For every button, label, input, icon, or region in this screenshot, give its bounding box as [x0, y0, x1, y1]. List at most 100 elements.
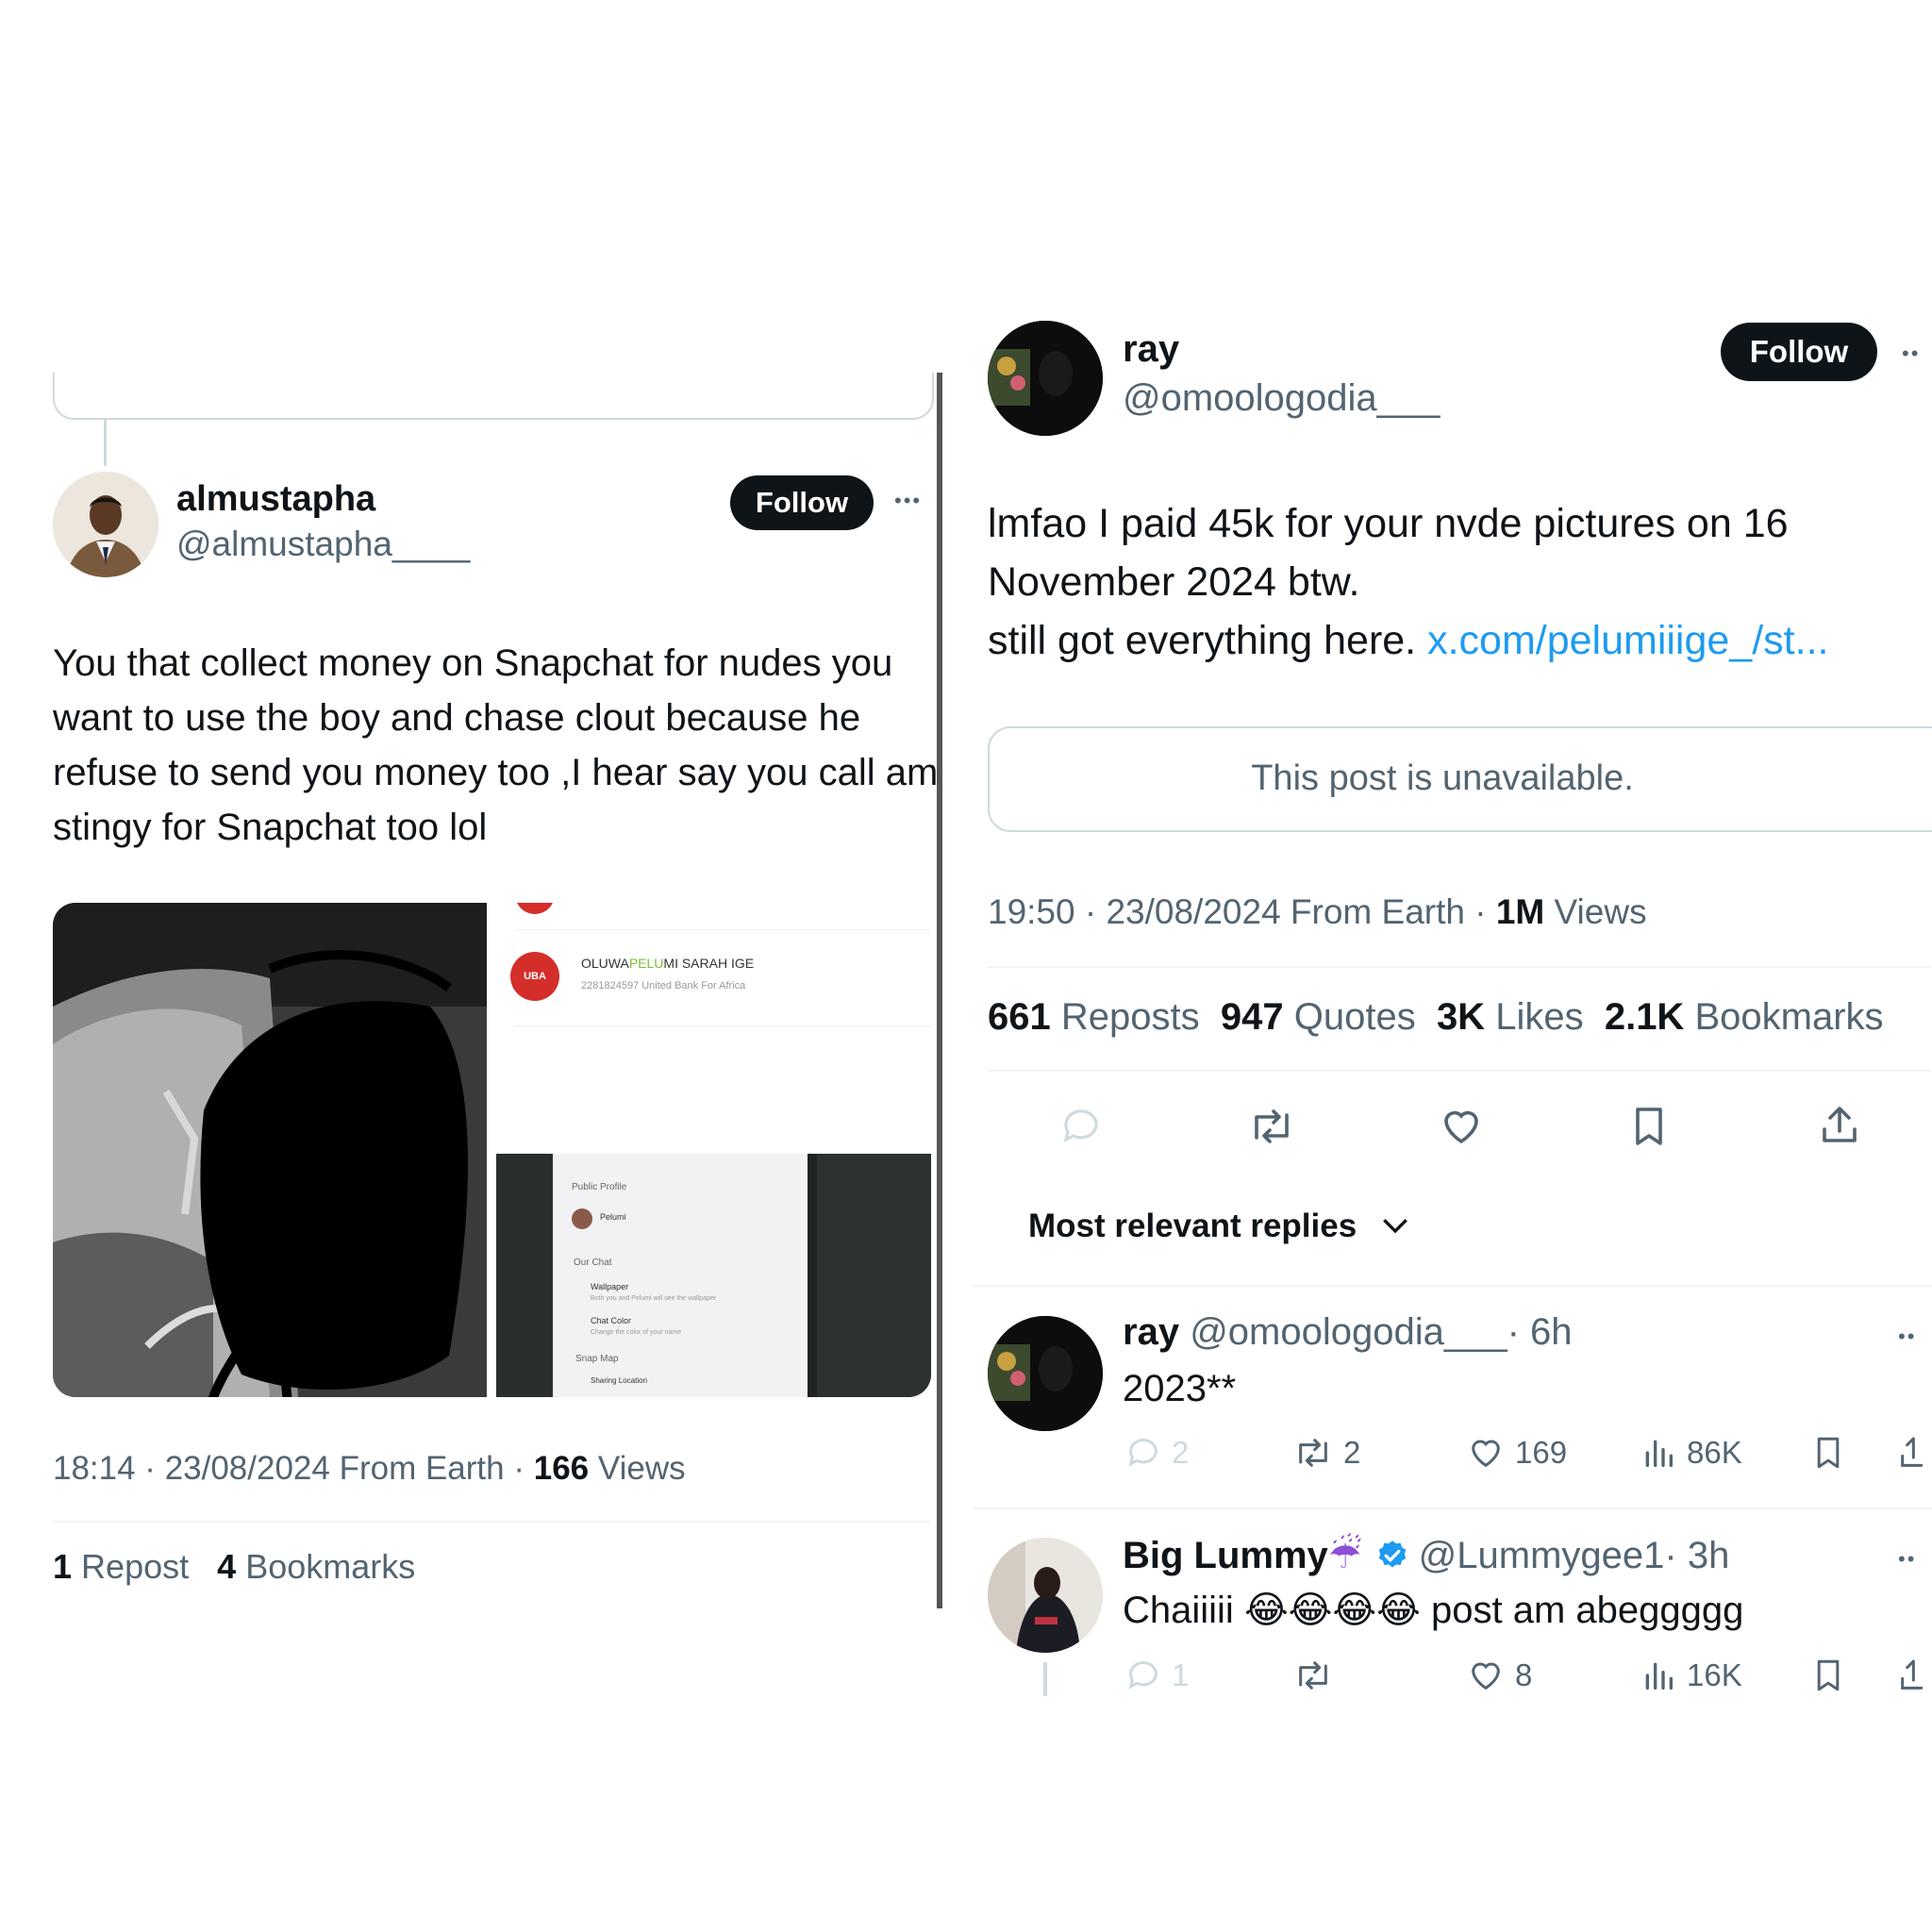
- more-options-button[interactable]: •••: [894, 489, 922, 513]
- like-action[interactable]: 169: [1466, 1434, 1567, 1472]
- tweet-stats: 661 Reposts 947 Quotes 3K Likes 2.1K Boo…: [988, 996, 1884, 1039]
- phone-photo: Public Profile Pelumi Our Chat Wallpaper…: [496, 1154, 931, 1397]
- views-icon: [1645, 1440, 1673, 1467]
- avatar[interactable]: [988, 1538, 1103, 1653]
- likes-stat[interactable]: 3K Likes: [1437, 996, 1584, 1038]
- author-handle[interactable]: @almustapha____: [176, 525, 470, 564]
- tweet-timestamp[interactable]: 18:14 · 23/08/2024 From Earth ·: [53, 1450, 534, 1487]
- reply-text-part: post am abeggggg: [1420, 1590, 1744, 1631]
- quotes-stat[interactable]: 947 Quotes: [1221, 996, 1416, 1038]
- views-count: 16K: [1687, 1657, 1742, 1692]
- share-action[interactable]: [1896, 1657, 1932, 1694]
- divider: [53, 1521, 930, 1523]
- replies-sort-button[interactable]: Most relevant replies: [1028, 1208, 1411, 1245]
- bookmarks-stat[interactable]: 4 Bookmarks: [217, 1547, 415, 1586]
- share-action[interactable]: [1896, 1434, 1932, 1472]
- quoted-post-card-remnant[interactable]: [53, 373, 934, 420]
- tweet-meta: 18:14 · 23/08/2024 From Earth · 166 View…: [53, 1450, 686, 1488]
- more-options-button[interactable]: ••: [1898, 1547, 1916, 1572]
- reply-author-handle[interactable]: @Lummygee1: [1419, 1535, 1665, 1577]
- reply-author-handle[interactable]: @omoologodia___: [1190, 1311, 1507, 1353]
- account-name-part: MI SARAH IGE: [663, 956, 755, 971]
- divider: [515, 929, 930, 930]
- reply-icon[interactable]: [1058, 1104, 1104, 1149]
- reply-time[interactable]: · 3h: [1664, 1535, 1729, 1577]
- bookmarks-count: 2.1K: [1604, 996, 1685, 1038]
- umbrella-emoji-icon: ☔: [1327, 1535, 1362, 1576]
- bank-detail-screenshot: UBA OLUWAPELUMI SARAH IGE 2281824597 Uni…: [487, 903, 931, 1153]
- author-handle[interactable]: @omoologodia___: [1123, 377, 1440, 420]
- like-icon: [1472, 1440, 1500, 1468]
- reposts-count: 1: [53, 1547, 73, 1586]
- like-action[interactable]: 8: [1466, 1657, 1532, 1694]
- avatar-image: [988, 1316, 1103, 1431]
- like-count: 8: [1515, 1657, 1533, 1692]
- avatar[interactable]: [53, 472, 158, 577]
- reposts-stat[interactable]: 661 Reposts: [988, 996, 1200, 1038]
- reply-text-part: Chaiiiii: [1123, 1590, 1244, 1631]
- author-name[interactable]: almustapha: [176, 479, 375, 520]
- more-options-button[interactable]: ••: [1902, 341, 1920, 366]
- bookmarks-label: Bookmarks: [245, 1547, 416, 1586]
- phone-text: Pelumi: [600, 1212, 626, 1222]
- uba-logo-text: UBA: [524, 971, 546, 982]
- repost-action[interactable]: 2: [1292, 1434, 1360, 1472]
- bookmark-icon: [1817, 1437, 1840, 1469]
- reply-time[interactable]: · 6h: [1507, 1311, 1573, 1353]
- divider: [974, 1507, 1932, 1509]
- views-action[interactable]: 16K: [1640, 1657, 1742, 1694]
- reply-action[interactable]: 2: [1124, 1434, 1189, 1472]
- repost-icon[interactable]: [1247, 1104, 1296, 1149]
- divider: [988, 966, 1931, 968]
- like-icon[interactable]: [1438, 1104, 1485, 1149]
- reply-text: 2023**: [1123, 1368, 1237, 1409]
- like-icon: [1472, 1662, 1500, 1690]
- bookmarks-stat[interactable]: 2.1K Bookmarks: [1605, 996, 1884, 1038]
- repost-action[interactable]: [1292, 1657, 1343, 1694]
- views-label: Views: [1544, 892, 1647, 931]
- chevron-down-icon: [1383, 1219, 1408, 1234]
- views-action[interactable]: 86K: [1640, 1434, 1742, 1472]
- reposts-stat[interactable]: 1 Repost: [53, 1547, 189, 1586]
- share-icon[interactable]: [1817, 1102, 1862, 1149]
- reply-count: 1: [1172, 1657, 1190, 1692]
- phone-text: Change the color of your name: [591, 1329, 682, 1336]
- bookmark-icon: [1817, 1659, 1840, 1691]
- follow-button[interactable]: Follow: [730, 475, 874, 530]
- bookmark-icon[interactable]: [1628, 1104, 1670, 1149]
- tweet-media[interactable]: UBA OLUWAPELUMI SARAH IGE 2281824597 Uni…: [53, 903, 931, 1397]
- bookmarks-count: 4: [217, 1547, 237, 1586]
- likes-count: 3K: [1436, 996, 1486, 1038]
- follow-button[interactable]: Follow: [1721, 323, 1877, 381]
- uba-logo-partial: [515, 903, 555, 914]
- share-icon: [1901, 1659, 1924, 1690]
- reposts-count: 661: [988, 996, 1051, 1038]
- divider: [515, 1025, 930, 1026]
- avatar[interactable]: [988, 321, 1103, 436]
- tweet-link[interactable]: x.com/pelumiiige_/st...: [1427, 618, 1828, 663]
- account-name-highlight: PELU: [628, 956, 664, 971]
- phone-text: Public Profile: [572, 1182, 627, 1192]
- reply-author-name[interactable]: ray: [1123, 1311, 1179, 1353]
- reply-header: ray @omoologodia___· 6h: [1123, 1311, 1573, 1354]
- account-detail: 2281824597 United Bank For Africa: [581, 980, 746, 991]
- bookmark-action[interactable]: [1811, 1434, 1855, 1472]
- tweet-timestamp[interactable]: 19:50 · 23/08/2024 From Earth ·: [988, 892, 1496, 931]
- bookmarks-label: Bookmarks: [1694, 996, 1884, 1038]
- bookmark-action[interactable]: [1811, 1657, 1855, 1694]
- reply-author-name[interactable]: Big Lummy: [1123, 1535, 1328, 1577]
- uba-logo: UBA: [510, 952, 559, 1001]
- views-count: 166: [533, 1450, 590, 1487]
- reply-icon: [1128, 1661, 1158, 1690]
- reply-header: Big Lummy ☔ @Lummygee1 · 3h: [1123, 1534, 1729, 1577]
- account-name: OLUWAPELUMI SARAH IGE: [581, 956, 754, 971]
- avatar[interactable]: [988, 1316, 1103, 1431]
- panel-divider: [937, 373, 942, 1608]
- unavailable-post-card[interactable]: This post is unavailable.: [988, 726, 1932, 832]
- repost-count: 2: [1343, 1435, 1361, 1470]
- repost-icon: [1299, 1661, 1327, 1690]
- reply-action[interactable]: 1: [1124, 1657, 1189, 1694]
- more-options-button[interactable]: ••: [1898, 1324, 1916, 1349]
- author-name[interactable]: ray: [1123, 328, 1179, 371]
- phone-text: Chat Color: [591, 1316, 632, 1325]
